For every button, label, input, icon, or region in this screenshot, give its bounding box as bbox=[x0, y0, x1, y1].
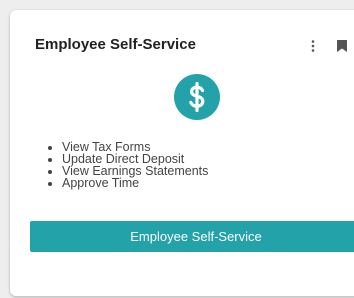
bookmark-icon[interactable] bbox=[337, 39, 347, 52]
feature-item-approve-time: Approve Time bbox=[46, 177, 208, 189]
vertical-ellipsis-icon[interactable] bbox=[311, 39, 315, 52]
employee-self-service-card: Employee Self-Service View Tax Forms Upd… bbox=[10, 10, 354, 296]
employee-self-service-button[interactable]: Employee Self-Service bbox=[30, 221, 354, 252]
card-title: Employee Self-Service bbox=[35, 36, 196, 53]
dollar-sign-icon bbox=[174, 74, 220, 120]
card-header: Employee Self-Service bbox=[35, 36, 354, 56]
feature-list: View Tax Forms Update Direct Deposit Vie… bbox=[46, 141, 208, 189]
